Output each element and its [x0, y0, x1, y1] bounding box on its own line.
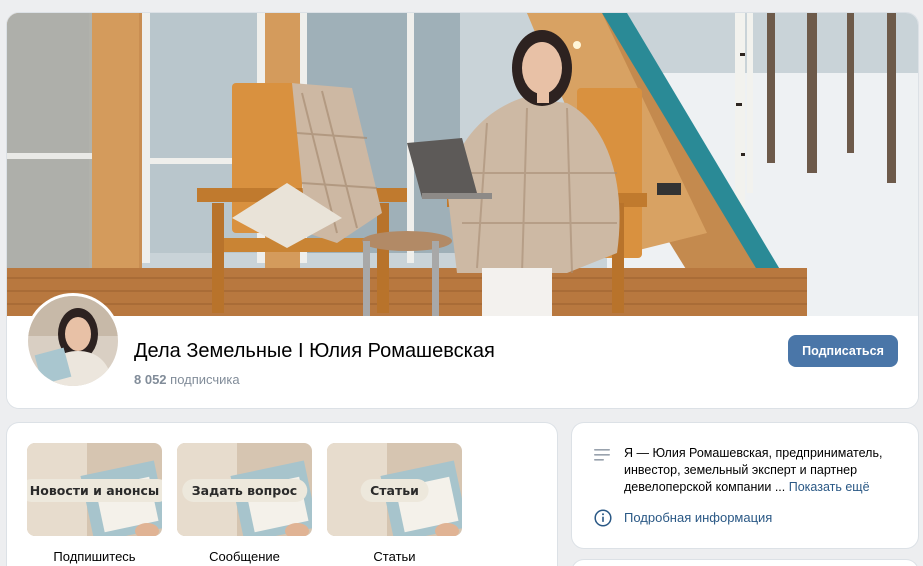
quick-link-ask[interactable]: Задать вопрос Сообщение: [177, 443, 312, 564]
details-link[interactable]: Подробная информация: [624, 510, 772, 525]
quick-link-news[interactable]: Новости и анонсы Подпишитесь: [27, 443, 162, 564]
subscribe-button[interactable]: Подписаться: [788, 335, 898, 367]
followers-count[interactable]: 8 052 подписчика: [134, 372, 240, 387]
quick-links-card: Новости и анонсы Подпишитесь Задать вопр…: [7, 423, 557, 566]
community-page: Дела Земельные I Юлия Ромашевская 8 052 …: [0, 0, 923, 566]
followers-number: 8 052: [134, 372, 167, 387]
header-info: Дела Земельные I Юлия Ромашевская 8 052 …: [7, 293, 918, 408]
quick-link-badge: Задать вопрос: [181, 479, 308, 502]
show-more-link[interactable]: Показать ещё: [789, 480, 870, 494]
quick-link-badge: Статьи: [360, 479, 429, 502]
quick-link-thumbnail: Новости и анонсы: [27, 443, 162, 536]
about-description: Я — Юлия Ромашевская, предприниматель, и…: [624, 445, 904, 496]
cover-image: [7, 13, 918, 316]
community-header: Дела Земельные I Юлия Ромашевская 8 052 …: [7, 13, 918, 408]
quick-link-badge: Новости и анонсы: [27, 479, 162, 502]
text-lines-icon: [594, 448, 610, 462]
followers-label: подписчика: [170, 372, 240, 387]
quick-link-caption: Подпишитесь: [53, 549, 136, 564]
avatar-image: [28, 296, 118, 386]
quick-link-articles[interactable]: Статьи Статьи: [327, 443, 462, 564]
about-card: Я — Юлия Ромашевская, предприниматель, и…: [572, 423, 918, 548]
next-card-edge: [572, 560, 918, 566]
info-circle-icon: [594, 509, 612, 527]
community-title: Дела Земельные I Юлия Ромашевская: [134, 340, 495, 362]
quick-link-thumbnail: Задать вопрос: [177, 443, 312, 536]
community-avatar[interactable]: [25, 293, 121, 389]
quick-link-caption: Сообщение: [209, 549, 280, 564]
quick-link-caption: Статьи: [373, 549, 416, 564]
quick-link-thumbnail: Статьи: [327, 443, 462, 536]
